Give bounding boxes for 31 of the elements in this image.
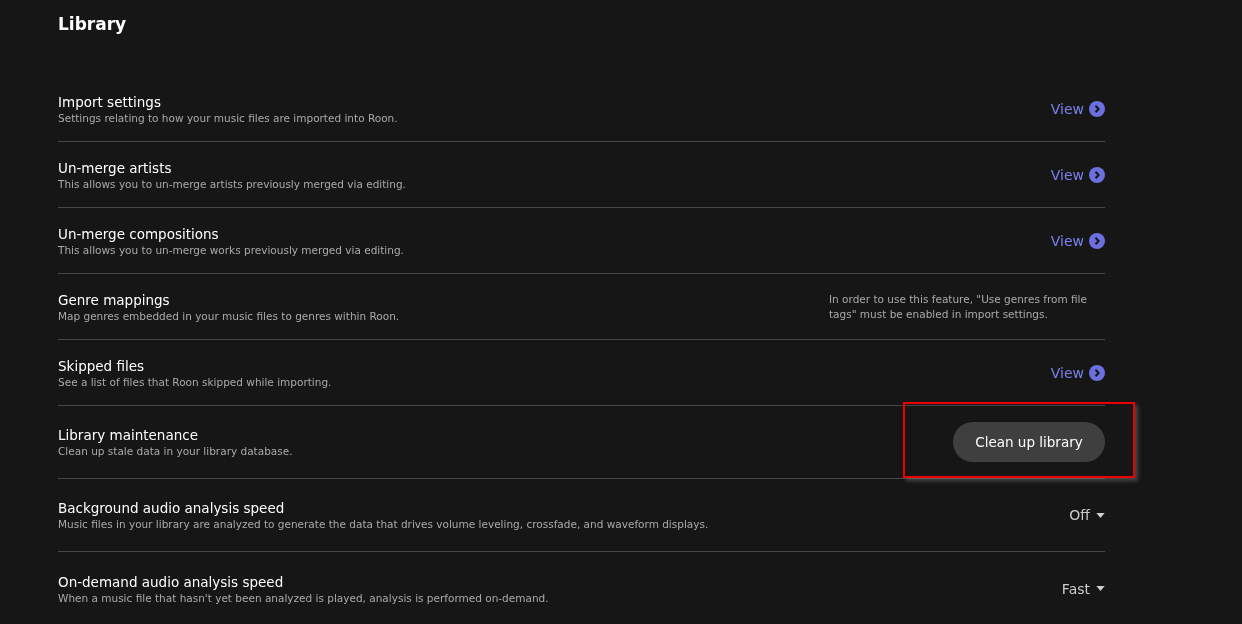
setting-description: This allows you to un-merge works previously merged via editing. — [58, 242, 404, 257]
speed-dropdown[interactable]: Off — [1069, 507, 1105, 523]
clean-up-button[interactable]: Clean up library — [953, 422, 1105, 462]
view-link[interactable]: View — [1050, 364, 1084, 381]
chevron-circle-icon — [1089, 166, 1105, 183]
view-link[interactable]: View — [1050, 100, 1084, 117]
setting-description: See a list of files that Roon skipped while importing. — [58, 374, 332, 389]
setting-description: Music files in your library are analyzed to generate the data that drives volume leveling, crossfade, and waveform displays. — [58, 517, 709, 531]
setting-name: Library maintenance — [58, 426, 199, 444]
speed-dropdown[interactable]: Fast — [1061, 580, 1105, 597]
setting-description: Map genres embedded in your music files to genres within Roon. — [58, 308, 400, 323]
setting-name: Un-merge compositions — [58, 224, 220, 243]
setting-name: Genre mappings — [58, 290, 171, 309]
setting-name: Import settings — [58, 92, 162, 111]
setting-name: On-demand audio analysis speed — [58, 572, 285, 591]
setting-name: Skipped files — [58, 356, 146, 375]
setting-description: When a music file that hasn't yet been analyzed is played, analysis is performed on-demand. — [58, 590, 549, 605]
setting-name: Background audio analysis speed — [58, 499, 286, 517]
chevron-circle-icon — [1089, 232, 1105, 249]
caret-icon — [1096, 586, 1105, 591]
info-note: In order to use this feature, "Use genres from file tags" must be enabled in import settings. — [829, 291, 1088, 322]
setting-description: This allows you to un-merge artists previously merged via editing. — [58, 176, 406, 191]
chevron-circle-icon — [1089, 100, 1105, 117]
setting-description: Settings relating to how your music files are imported into Roon. — [58, 110, 398, 125]
page-title: Library — [58, 13, 128, 36]
setting-name: Un-merge artists — [58, 158, 173, 177]
view-link[interactable]: View — [1050, 166, 1084, 183]
chevron-circle-icon — [1089, 364, 1105, 381]
setting-description: Clean up stale data in your library database. — [58, 444, 293, 458]
caret-icon — [1096, 512, 1105, 518]
view-link[interactable]: View — [1050, 232, 1084, 249]
